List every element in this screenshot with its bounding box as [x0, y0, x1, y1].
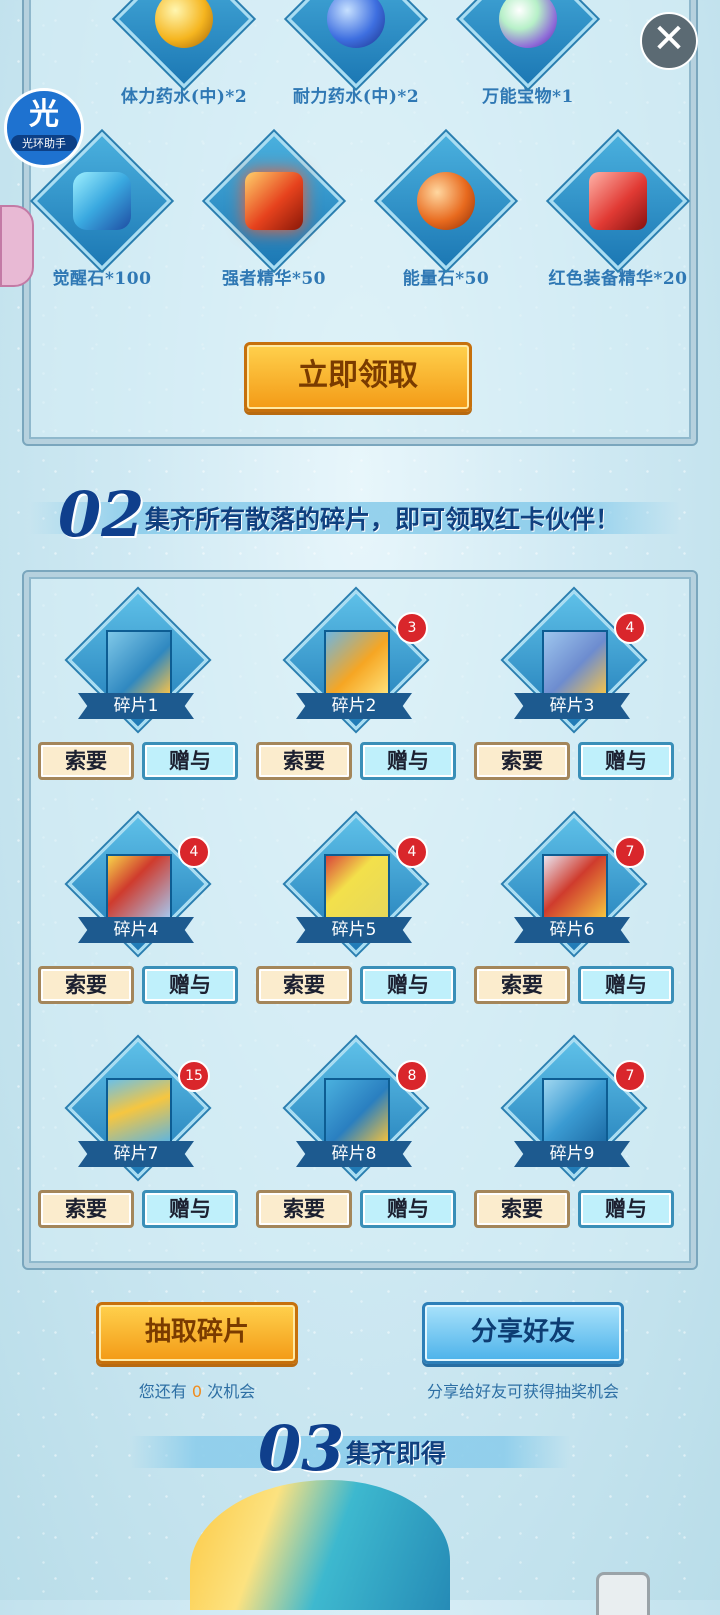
- give-button[interactable]: 赠与: [360, 966, 456, 1004]
- fragment-label: 碎片6: [514, 917, 630, 943]
- section-number: 02: [58, 478, 145, 551]
- halo-assistant-icon: 光: [29, 97, 59, 132]
- reward-frame: [114, 0, 254, 89]
- crystal-blue-icon: [73, 172, 131, 230]
- red-gem-icon: [589, 172, 647, 230]
- orb-rainbow-icon: [499, 0, 557, 48]
- fragment-image: [106, 1078, 172, 1144]
- reward-item: 能量石*50: [366, 131, 526, 289]
- chances-prefix: 您还有: [138, 1382, 187, 1401]
- reward-frame: [458, 0, 598, 89]
- potion-yellow-icon: [155, 0, 213, 48]
- fragment-count-badge: 15: [178, 1060, 210, 1092]
- ask-button[interactable]: 索要: [256, 742, 352, 780]
- fragment-card-3: 碎片3 4 索要 赠与: [474, 589, 684, 802]
- fragment-image: [542, 854, 608, 920]
- fragment-card-4: 碎片4 4 索要 赠与: [38, 813, 248, 1026]
- share-hint-text: 分享给好友可获得抽奖机会: [426, 1382, 619, 1401]
- fragment-card-6: 碎片6 7 索要 赠与: [474, 813, 684, 1026]
- ask-button[interactable]: 索要: [38, 742, 134, 780]
- fragment-label: 碎片4: [78, 917, 194, 943]
- corner-decoration: [596, 1572, 650, 1615]
- fragment-image: [324, 630, 390, 696]
- give-button[interactable]: 赠与: [142, 1190, 238, 1228]
- reward-frame: [376, 131, 516, 271]
- reward-item: 体力药水(中)*2: [104, 0, 264, 107]
- fragment-card-8: 碎片8 8 索要 赠与: [256, 1037, 466, 1250]
- fragment-count-badge: 3: [396, 612, 428, 644]
- reward-frame: [204, 131, 344, 271]
- halo-assistant-button[interactable]: 光 光环助手: [4, 88, 84, 168]
- fragment-label: 碎片2: [296, 693, 412, 719]
- give-button[interactable]: 赠与: [360, 1190, 456, 1228]
- ask-button[interactable]: 索要: [474, 742, 570, 780]
- reward-item: 万能宝物*1: [448, 0, 608, 107]
- section-number: 03: [258, 1412, 345, 1485]
- potion-blue-icon: [327, 0, 385, 48]
- section-title: 集齐即得: [346, 1439, 447, 1468]
- fragment-card-9: 碎片9 7 索要 赠与: [474, 1037, 684, 1250]
- fragment-label: 碎片9: [514, 1141, 630, 1167]
- energy-orb-icon: [417, 172, 475, 230]
- fragment-image: [324, 1078, 390, 1144]
- section-02-header: 02 集齐所有散落的碎片，即可领取红卡伙伴！: [30, 478, 680, 551]
- halo-assistant-label: 光环助手: [11, 135, 77, 151]
- fragment-image: [542, 630, 608, 696]
- ask-button[interactable]: 索要: [38, 966, 134, 1004]
- reward-item: 耐力药水(中)*2: [276, 0, 436, 107]
- fragment-label: 碎片7: [78, 1141, 194, 1167]
- fragment-image: [106, 630, 172, 696]
- chances-suffix: 次机会: [207, 1382, 256, 1401]
- give-button[interactable]: 赠与: [142, 742, 238, 780]
- give-button[interactable]: 赠与: [578, 742, 674, 780]
- fragment-image: [106, 854, 172, 920]
- fragment-label: 碎片5: [296, 917, 412, 943]
- remaining-chances-text: 您还有 0 次机会: [96, 1378, 298, 1402]
- reward-frame: [286, 0, 426, 89]
- reward-frame: [548, 131, 688, 271]
- fragment-image: [542, 1078, 608, 1144]
- fragment-card-2: 碎片2 3 索要 赠与: [256, 589, 466, 802]
- fragment-label: 碎片1: [78, 693, 194, 719]
- ask-button[interactable]: 索要: [474, 966, 570, 1004]
- claim-button[interactable]: 立即领取: [244, 342, 472, 412]
- reward-item: 强者精华*50: [194, 131, 354, 289]
- give-button[interactable]: 赠与: [578, 966, 674, 1004]
- side-float-tab[interactable]: [0, 205, 34, 287]
- fragment-count-badge: 7: [614, 836, 646, 868]
- fragment-card-7: 碎片7 15 索要 赠与: [38, 1037, 248, 1250]
- give-button[interactable]: 赠与: [578, 1190, 674, 1228]
- give-button[interactable]: 赠与: [360, 742, 456, 780]
- fragment-card-5: 碎片5 4 索要 赠与: [256, 813, 466, 1026]
- ask-button[interactable]: 索要: [474, 1190, 570, 1228]
- fragment-count-badge: 4: [396, 836, 428, 868]
- ask-button[interactable]: 索要: [256, 966, 352, 1004]
- section-03-header: 03 集齐即得: [130, 1412, 570, 1485]
- ask-button[interactable]: 索要: [256, 1190, 352, 1228]
- chances-count: 0: [191, 1382, 203, 1401]
- draw-fragment-button[interactable]: 抽取碎片: [96, 1302, 298, 1364]
- fragment-count-badge: 4: [614, 612, 646, 644]
- ask-button[interactable]: 索要: [38, 1190, 134, 1228]
- crystal-fire-icon: [245, 172, 303, 230]
- section-title: 集齐所有散落的碎片，即可领取红卡伙伴！: [145, 505, 621, 534]
- close-button[interactable]: ✕: [640, 12, 698, 70]
- reward-item: 红色装备精华*20: [538, 131, 698, 289]
- fragment-count-badge: 4: [178, 836, 210, 868]
- share-friends-button[interactable]: 分享好友: [422, 1302, 624, 1364]
- red-card-partner-preview: [190, 1480, 450, 1610]
- fragment-image: [324, 854, 390, 920]
- fragment-count-badge: 7: [614, 1060, 646, 1092]
- fragment-label: 碎片8: [296, 1141, 412, 1167]
- fragment-card-1: 碎片1 索要 赠与: [38, 589, 248, 802]
- fragment-count-badge: 8: [396, 1060, 428, 1092]
- fragment-label: 碎片3: [514, 693, 630, 719]
- give-button[interactable]: 赠与: [142, 966, 238, 1004]
- reward-item: 觉醒石*100: [22, 131, 182, 289]
